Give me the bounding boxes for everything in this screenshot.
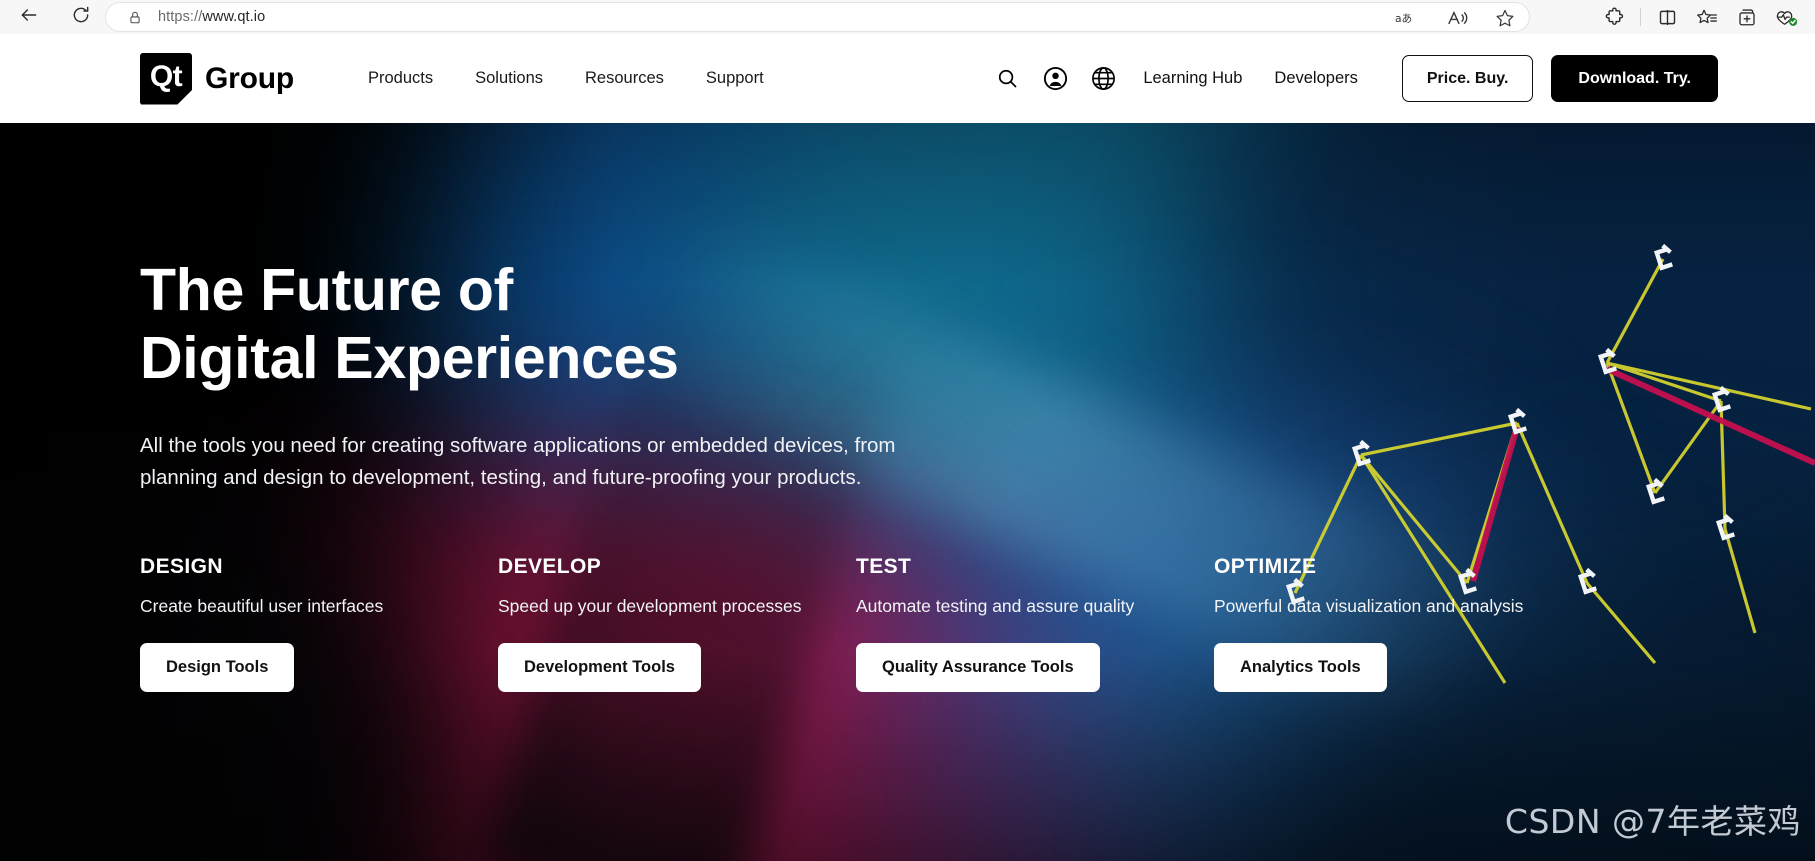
header-link-learning-hub[interactable]: Learning Hub [1127, 69, 1258, 88]
address-bar[interactable]: https://www.qt.io aあ [105, 2, 1530, 32]
qt-group-logo[interactable]: Qt Group [140, 52, 294, 105]
qt-logo-wordmark: Group [205, 61, 294, 95]
hero-column-test: TEST Automate testing and assure quality… [856, 555, 1214, 693]
back-arrow-icon [19, 5, 39, 30]
nav-item-products[interactable]: Products [347, 59, 454, 98]
download-try-button[interactable]: Download. Try. [1551, 55, 1718, 102]
add-to-collections-icon[interactable] [1727, 1, 1767, 33]
nav-item-resources[interactable]: Resources [564, 59, 685, 98]
column-title-develop: DEVELOP [498, 555, 602, 579]
development-tools-button[interactable]: Development Tools [498, 643, 701, 693]
nav-item-support[interactable]: Support [685, 59, 785, 98]
browser-chrome: https://www.qt.io aあ [0, 0, 1815, 34]
hero-columns: DESIGN Create beautiful user interfaces … [140, 555, 1640, 693]
hero-column-optimize: OPTIMIZE Powerful data visualization and… [1214, 555, 1572, 693]
hero-column-develop: DEVELOP Speed up your development proces… [498, 555, 856, 693]
column-title-optimize: OPTIMIZE [1214, 555, 1317, 579]
hero-content: The Future of Digital Experiences All th… [140, 123, 1640, 693]
browser-essentials-icon[interactable] [1767, 1, 1807, 33]
column-title-design: DESIGN [140, 555, 223, 579]
header-right-group: Learning Hub Developers Price. Buy. Down… [983, 34, 1718, 123]
read-aloud-icon[interactable] [1447, 9, 1469, 27]
address-bar-actions: aあ [1395, 3, 1515, 33]
column-desc-develop: Speed up your development processes [498, 596, 802, 617]
column-desc-test: Automate testing and assure quality [856, 596, 1135, 617]
favorites-list-icon[interactable] [1687, 1, 1727, 33]
url-text: https://www.qt.io [158, 9, 265, 25]
column-desc-optimize: Powerful data visualization and analysis [1214, 596, 1524, 617]
language-globe-icon[interactable] [1079, 59, 1127, 99]
lock-icon [122, 10, 148, 25]
qt-logo-mark-text: Qt [149, 60, 183, 93]
back-button[interactable] [8, 2, 50, 32]
url-host: www.qt.io [202, 9, 266, 25]
hero-column-design: DESIGN Create beautiful user interfaces … [140, 555, 498, 693]
analytics-tools-button[interactable]: Analytics Tools [1214, 643, 1387, 693]
account-icon[interactable] [1031, 59, 1079, 99]
search-icon[interactable] [983, 59, 1031, 99]
hero-title-line-2: Digital Experiences [140, 325, 679, 392]
split-screen-icon[interactable] [1647, 1, 1687, 33]
svg-text:aあ: aあ [1395, 12, 1412, 25]
price-buy-button[interactable]: Price. Buy. [1401, 55, 1534, 102]
header-link-developers[interactable]: Developers [1258, 69, 1373, 88]
column-title-test: TEST [856, 555, 912, 579]
reload-icon [71, 5, 91, 30]
site-header: Qt Group Products Solutions Resources Su… [0, 34, 1815, 123]
qt-logo-mark: Qt [140, 52, 192, 105]
extensions-icon[interactable] [1594, 1, 1634, 33]
hero-section: The Future of Digital Experiences All th… [0, 123, 1815, 861]
translate-icon[interactable]: aあ [1395, 10, 1421, 26]
main-navigation: Products Solutions Resources Support [347, 59, 785, 98]
hero-title-line-1: The Future of [140, 257, 514, 323]
toolbar-divider [1640, 8, 1641, 26]
favorite-star-icon[interactable] [1495, 8, 1515, 28]
column-desc-design: Create beautiful user interfaces [140, 596, 384, 617]
hero-subtitle-line-2: planning and design to development, test… [140, 465, 862, 489]
hero-subtitle: All the tools you need for creating soft… [140, 430, 1020, 494]
nav-item-solutions[interactable]: Solutions [454, 59, 564, 98]
url-scheme: https:// [158, 9, 203, 25]
reload-button[interactable] [60, 2, 102, 32]
browser-toolbar-right [1594, 0, 1807, 34]
design-tools-button[interactable]: Design Tools [140, 643, 295, 693]
hero-title: The Future of Digital Experiences [140, 256, 1640, 393]
hero-subtitle-line-1: All the tools you need for creating soft… [140, 433, 896, 457]
quality-assurance-tools-button[interactable]: Quality Assurance Tools [856, 643, 1100, 693]
